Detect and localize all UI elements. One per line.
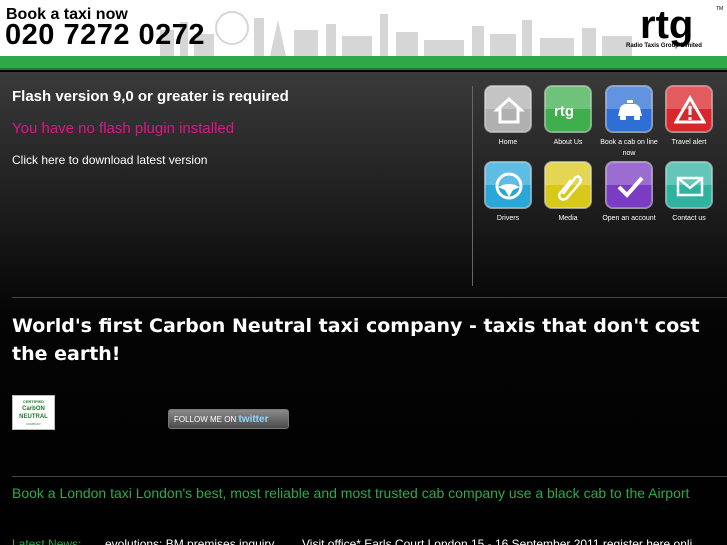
nav-open-account-label: Open an account bbox=[602, 215, 656, 222]
nav-media-label: Media bbox=[558, 215, 578, 222]
nav-book-cab[interactable]: Book a cab on line now bbox=[599, 85, 659, 159]
logo-tagline: Radio Taxis Group Limited bbox=[626, 43, 702, 49]
london-skyline-graphic bbox=[160, 11, 632, 56]
home-icon bbox=[493, 96, 525, 124]
nav-home[interactable]: Home bbox=[478, 85, 538, 148]
svg-text:rtg: rtg bbox=[554, 103, 574, 120]
open-account-tile bbox=[605, 161, 653, 209]
book-cab-tile bbox=[605, 85, 653, 133]
about-us-tile: rtg bbox=[544, 85, 592, 133]
rtg-icon: rtg bbox=[554, 103, 574, 120]
book-london-taxi-link[interactable]: Book a London taxi London's best, most r… bbox=[12, 483, 717, 503]
badge-main-text-1: CarbON bbox=[22, 406, 45, 412]
travel-alert-tile bbox=[665, 85, 713, 133]
badge-top-text: CERTIFIED bbox=[22, 399, 45, 404]
warning-icon bbox=[674, 95, 706, 124]
nav-drivers[interactable]: Drivers bbox=[478, 161, 538, 224]
latest-news-label: Latest News: bbox=[12, 537, 82, 545]
media-tile bbox=[544, 161, 592, 209]
site-header: Book a taxi now 020 7272 0272 rtg TM Rad… bbox=[0, 0, 727, 56]
twitter-button-prefix: FOLLOW ME ON bbox=[174, 415, 237, 424]
nav-travel-alert[interactable]: Travel alert bbox=[659, 85, 719, 148]
nav-home-label: Home bbox=[498, 139, 518, 146]
carbon-neutral-badge[interactable]: CERTIFIED CarbON NEUTRAL COMPANY bbox=[12, 395, 55, 430]
svg-text:rtg: rtg bbox=[640, 3, 693, 47]
checkmark-icon bbox=[617, 176, 644, 198]
nav-drivers-label: Drivers bbox=[496, 215, 520, 222]
nav-open-account[interactable]: Open an account bbox=[599, 161, 659, 224]
nav-media[interactable]: Media bbox=[538, 161, 598, 224]
vertical-divider bbox=[472, 86, 473, 286]
home-tile bbox=[484, 85, 532, 133]
nav-about-us[interactable]: rtg About Us bbox=[538, 85, 598, 148]
nav-travel-alert-label: Travel alert bbox=[671, 139, 707, 146]
flash-download-link[interactable]: Click here to download latest version bbox=[12, 153, 207, 167]
envelope-icon bbox=[676, 176, 704, 197]
flash-required-heading: Flash version 9,0 or greater is required bbox=[12, 88, 289, 105]
badge-sub-text: COMPANY bbox=[26, 422, 41, 426]
news-ticker-item[interactable]: Visit office* Earls Court London 15 - 16… bbox=[302, 537, 692, 545]
contact-us-tile bbox=[665, 161, 713, 209]
nav-about-us-label: About Us bbox=[553, 139, 583, 146]
twitter-logo-text: twitter bbox=[238, 414, 269, 425]
horizontal-divider-lower bbox=[12, 476, 727, 477]
booking-phone-number[interactable]: 020 7272 0272 bbox=[5, 19, 205, 52]
taxi-icon bbox=[618, 100, 642, 120]
green-accent-bar bbox=[0, 56, 727, 70]
steering-wheel-icon bbox=[495, 172, 523, 200]
drivers-tile bbox=[484, 161, 532, 209]
nav-book-cab-label: Book a cab on line now bbox=[600, 139, 658, 157]
flash-missing-message: You have no flash plugin installed bbox=[12, 120, 235, 137]
paperclip-icon bbox=[557, 175, 583, 201]
svg-text:TM: TM bbox=[716, 6, 723, 12]
nav-contact-us[interactable]: Contact us bbox=[659, 161, 719, 224]
follow-on-twitter-button[interactable]: FOLLOW ME ON twitter bbox=[168, 409, 289, 429]
horizontal-divider bbox=[12, 297, 727, 298]
carbon-neutral-headline: World's first Carbon Neutral taxi compan… bbox=[12, 315, 700, 365]
nav-contact-us-label: Contact us bbox=[672, 215, 706, 222]
badge-main-text-2: NEUTRAL bbox=[19, 414, 48, 420]
news-ticker-item[interactable]: ...evolutions: BM premises inquiry bbox=[95, 537, 274, 545]
